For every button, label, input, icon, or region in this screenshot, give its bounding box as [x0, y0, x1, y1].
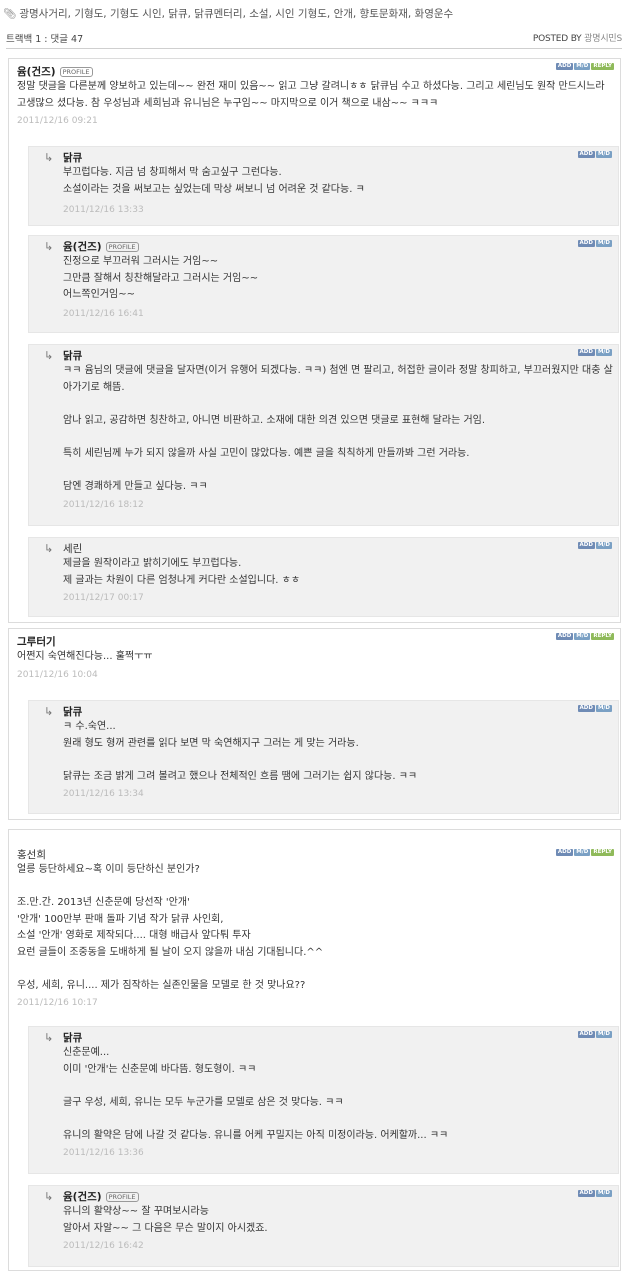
reply-text: ㅋㅋ 윰님의 댓글에 댓글을 달자면(이거 유행어 되겠다능. ㅋㅋ) 첨엔 면…: [63, 365, 613, 492]
trackback-comment-bar: 트랙백 1 : 댓글 47 POSTED BY 광명시민S: [6, 30, 622, 46]
comment-date: 2011/12/16 10:17: [17, 998, 98, 1008]
reply-text: 제글을 원작이라고 밝히기에도 부끄럽다능. 제 글과는 차원이 다른 엄청나게…: [63, 558, 301, 586]
reply-text: 유니의 활약상~~ 잘 꾸며보시라능 알아서 자알~~ 그 다음은 무슨 말이지…: [63, 1206, 268, 1234]
reply-author[interactable]: 윰(건즈): [63, 240, 102, 254]
comment-date: 2011/12/16 09:21: [17, 116, 98, 126]
reply-comment: ↳ ADD M/D 윰(건즈) PROFILE 유니의 활약상~~ 잘 꾸며보시라능…: [28, 1185, 619, 1267]
reply-arrow-icon: ↳: [44, 705, 54, 718]
profile-badge[interactable]: PROFILE: [105, 242, 139, 252]
reply-comment: ↳ ADD M/D 닭큐 ㅋ 수.숙연... 원래 형도 형꺼 관련를 읽다 보면…: [28, 700, 619, 814]
comment-author[interactable]: 그루터기: [17, 635, 56, 649]
reply-date: 2011/12/16 13:36: [63, 1148, 144, 1158]
reply-text: ㅋ 수.숙연... 원래 형도 형꺼 관련를 읽다 보면 막 숙연해지구 그러는…: [63, 721, 418, 782]
comment-thread: ADD M/D REPLY 그루터기 어쩐지 숙연해진다능... 훌쩍ㅜㅠ 2011…: [8, 628, 621, 820]
reply-comment: ↳ ADD M/D 세린 제글을 원작이라고 밝히기에도 부끄럽다능. 제 글과는…: [28, 537, 619, 617]
reply-arrow-icon: ↳: [44, 240, 54, 253]
post-author[interactable]: 광명시민S: [584, 34, 622, 44]
reply-comment: ↳ ADD M/D 윰(건즈) PROFILE 진정으로 부끄러워 그러시는 거임~…: [28, 235, 619, 333]
reply-author[interactable]: 닭큐: [63, 349, 82, 363]
reply-date: 2011/12/16 16:42: [63, 1241, 144, 1251]
comment-text: 얼릉 등단하세요~혹 이미 등단하신 분인가? 조.만.간. 2013년 신춘문…: [17, 864, 324, 991]
posted-by-label: POSTED BY: [532, 34, 582, 44]
tag-list: 📎︎ 광명사거리, 기형도, 기형도 시인, 닭큐, 닭큐멘터리, 소설, 시인 …: [3, 6, 623, 22]
reply-author[interactable]: 닭큐: [63, 1031, 82, 1045]
reply-date: 2011/12/17 00:17: [63, 593, 144, 603]
reply-text: 신춘문예... 이미 '안개'는 신춘문예 바다뜸. 형도형이. ㅋㅋ 글구 우…: [63, 1047, 449, 1141]
reply-comment: ↳ ADD M/D 닭큐 부끄럽다능. 지금 넘 창피해서 막 숨고싶구 그런다능…: [28, 146, 619, 226]
reply-arrow-icon: ↳: [44, 151, 54, 164]
reply-text: 진정으로 부끄러워 그러시는 거임~~ 그만큼 잘해서 칭찬해달라고 그러시는 …: [63, 256, 259, 300]
reply-author[interactable]: 윰(건즈): [63, 1190, 102, 1204]
comment-text: 정말 댓글을 다른분께 양보하고 있는데~~ 완전 재미 있음~~ 읽고 그냥 …: [17, 81, 608, 109]
reply-author[interactable]: 세린: [63, 542, 82, 556]
comment-text: 어쩐지 숙연해진다능... 훌쩍ㅜㅠ: [17, 651, 153, 662]
reply-date: 2011/12/16 16:41: [63, 308, 144, 319]
reply-date: 2011/12/16 13:33: [63, 205, 144, 215]
comment-author[interactable]: 홍선희: [17, 848, 46, 862]
reply-date: 2011/12/16 18:12: [63, 500, 144, 510]
posted-by: POSTED BY 광명시민S: [533, 31, 622, 44]
profile-badge[interactable]: PROFILE: [59, 67, 93, 77]
reply-date: 2011/12/16 13:34: [63, 789, 144, 799]
reply-author[interactable]: 닭큐: [63, 151, 82, 165]
reply-comment: ↳ ADD M/D 닭큐 ㅋㅋ 윰님의 댓글에 댓글을 달자면(이거 유행어 되겠…: [28, 344, 619, 526]
reply-arrow-icon: ↳: [44, 1190, 54, 1203]
paperclip-icon: 📎︎: [3, 8, 17, 20]
reply-arrow-icon: ↳: [44, 542, 54, 555]
profile-badge[interactable]: PROFILE: [105, 1192, 139, 1202]
comment-author[interactable]: 윰(건즈): [17, 65, 56, 79]
reply-author[interactable]: 닭큐: [63, 705, 82, 719]
comment-thread: ADD M/D REPLY 홍선희 얼릉 등단하세요~혹 이미 등단하신 분인가? …: [8, 829, 621, 1271]
divider: [6, 48, 622, 49]
reply-arrow-icon: ↳: [44, 1031, 54, 1044]
tag-links[interactable]: 광명사거리, 기형도, 기형도 시인, 닭큐, 닭큐멘터리, 소설, 시인 기형…: [19, 8, 453, 20]
comment-thread: ADD M/D REPLY 윰(건즈) PROFILE 정말 댓글을 다른분께 양보하…: [8, 58, 621, 623]
reply-text: 부끄럽다능. 지금 넘 창피해서 막 숨고싶구 그런다능. 소설이라는 것을 써…: [63, 167, 365, 195]
reply-comment: ↳ ADD M/D 닭큐 신춘문예... 이미 '안개'는 신춘문예 바다뜸. 형…: [28, 1026, 619, 1174]
reply-arrow-icon: ↳: [44, 349, 54, 362]
comment-date: 2011/12/16 10:04: [17, 669, 98, 680]
trackback-comment-count[interactable]: 트랙백 1 : 댓글 47: [6, 31, 83, 45]
